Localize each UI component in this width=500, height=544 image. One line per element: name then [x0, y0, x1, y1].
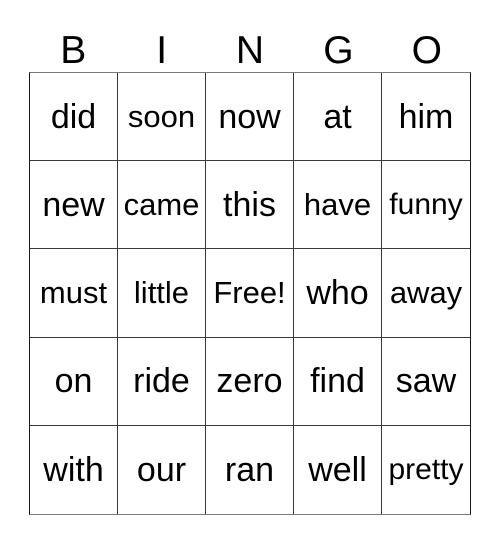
bingo-cell-n4[interactable]: zero [206, 337, 294, 426]
bingo-free-space-label: Free! [213, 275, 286, 311]
bingo-header-letter-n: N [235, 29, 265, 72]
bingo-cell-i5[interactable]: our [118, 425, 206, 514]
bingo-cell-label: this [223, 185, 276, 224]
bingo-cell-label: came [123, 187, 200, 223]
bingo-cell-o3[interactable]: away [382, 249, 470, 338]
bingo-cell-label: on [54, 362, 93, 401]
bingo-cell-label: him [398, 97, 454, 136]
bingo-cell-b1[interactable]: did [30, 73, 118, 162]
bingo-cell-o5[interactable]: pretty [382, 425, 470, 514]
bingo-cell-label: funny [389, 187, 463, 221]
bingo-cell-label: must [39, 275, 108, 311]
bingo-cell-label: who [306, 273, 369, 312]
bingo-cell-i2[interactable]: came [118, 161, 206, 250]
bingo-header-letter-o: O [411, 29, 442, 72]
bingo-cell-i3[interactable]: little [118, 249, 206, 338]
bingo-cell-label: ride [133, 362, 190, 401]
bingo-cell-label: away [389, 275, 463, 311]
bingo-card: B I N G O did soon now at him new came t… [0, 0, 500, 544]
bingo-cell-i4[interactable]: ride [118, 337, 206, 426]
bingo-cell-g2[interactable]: have [294, 161, 382, 250]
bingo-cell-n1[interactable]: now [206, 73, 294, 162]
bingo-cell-b5[interactable]: with [30, 425, 118, 514]
bingo-cell-label: zero [216, 362, 283, 401]
bingo-cell-free-space[interactable]: Free! [206, 249, 294, 338]
bingo-cell-i1[interactable]: soon [118, 73, 206, 162]
bingo-cell-g5[interactable]: well [294, 425, 382, 514]
bingo-header-letter-i: I [156, 29, 168, 72]
bingo-cell-label: pretty [388, 452, 464, 486]
bingo-header-letter-b: B [60, 29, 87, 72]
bingo-cell-label: now [218, 97, 281, 136]
bingo-cell-b3[interactable]: must [30, 249, 118, 338]
bingo-cell-label: did [50, 97, 97, 136]
bingo-header-letter-g: G [323, 29, 354, 72]
bingo-cell-n5[interactable]: ran [206, 425, 294, 514]
bingo-grid: did soon now at him new came this have f… [29, 72, 471, 515]
bingo-cell-o1[interactable]: him [382, 73, 470, 162]
bingo-cell-label: at [323, 97, 352, 136]
bingo-cell-o4[interactable]: saw [382, 337, 470, 426]
bingo-cell-label: new [42, 185, 105, 224]
bingo-cell-label: ran [224, 450, 275, 489]
bingo-cell-g1[interactable]: at [294, 73, 382, 162]
bingo-cell-b2[interactable]: new [30, 161, 118, 250]
bingo-cell-label: with [43, 450, 104, 489]
bingo-cell-o2[interactable]: funny [382, 161, 470, 250]
bingo-cell-b4[interactable]: on [30, 337, 118, 426]
bingo-cell-label: find [310, 362, 365, 401]
bingo-cell-label: little [133, 275, 190, 311]
bingo-cell-g3[interactable]: who [294, 249, 382, 338]
bingo-cell-label: have [303, 187, 372, 223]
bingo-cell-label: saw [395, 362, 457, 401]
bingo-cell-label: our [136, 450, 187, 489]
bingo-cell-label: soon [127, 99, 196, 135]
bingo-cell-n2[interactable]: this [206, 161, 294, 250]
bingo-cell-label: well [308, 450, 367, 489]
bingo-header-row: B I N G O [29, 20, 471, 72]
bingo-cell-g4[interactable]: find [294, 337, 382, 426]
